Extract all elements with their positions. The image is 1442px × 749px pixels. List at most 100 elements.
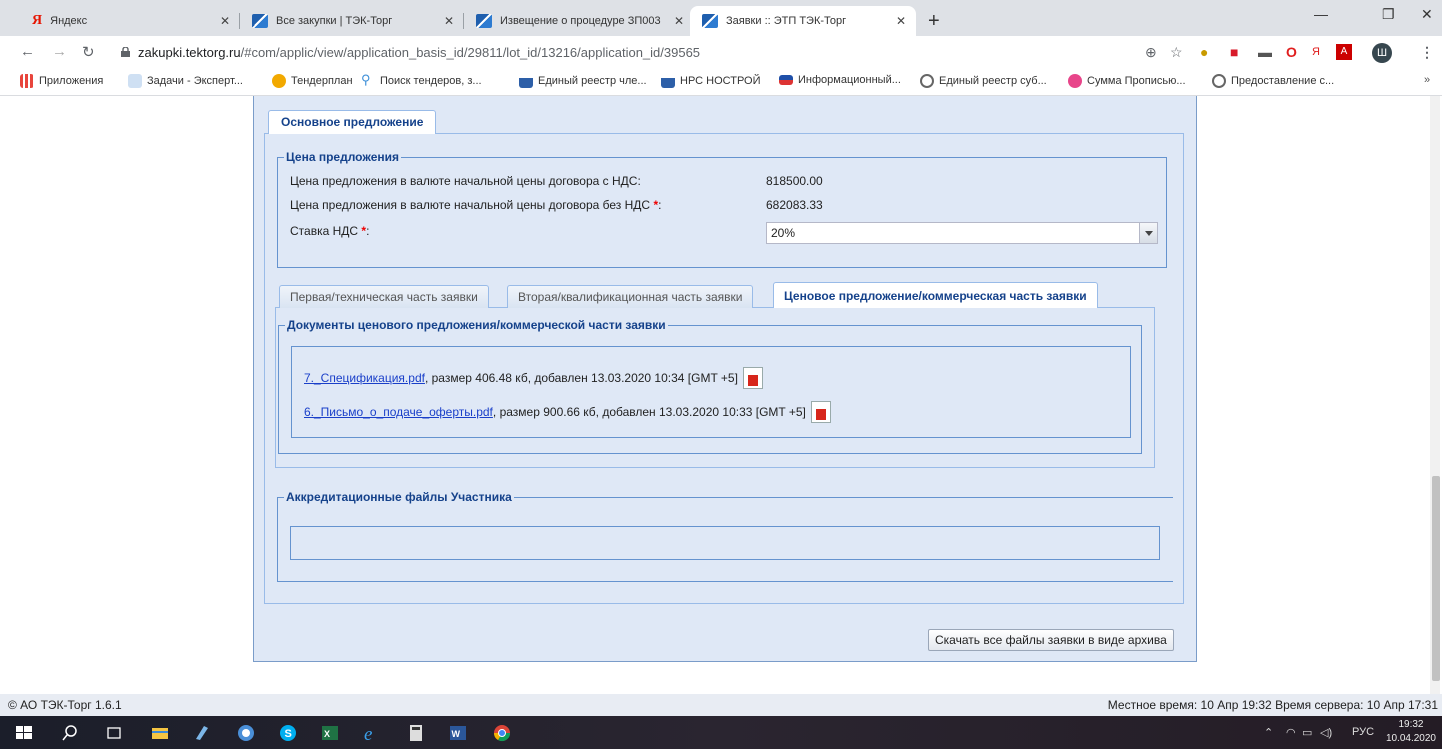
window-close-icon[interactable]: ✕ bbox=[1421, 6, 1433, 23]
nostroy-icon bbox=[519, 74, 533, 88]
vat-rate-select[interactable]: 20% bbox=[766, 222, 1158, 244]
wifi-icon[interactable]: ◠ bbox=[1286, 726, 1296, 739]
profile-avatar[interactable]: Ш bbox=[1372, 43, 1392, 63]
forward-icon[interactable]: → bbox=[52, 43, 67, 60]
tab-title: Извещение о процедуре ЗП003 bbox=[500, 15, 661, 27]
bookmark-tenderplan[interactable]: Тендерплан bbox=[272, 74, 353, 88]
browser-tab-yandex[interactable]: Я Яндекс ✕ bbox=[20, 6, 240, 36]
close-icon[interactable]: ✕ bbox=[674, 14, 684, 28]
language-indicator[interactable]: РУС bbox=[1352, 726, 1374, 738]
close-icon[interactable]: ✕ bbox=[220, 14, 230, 28]
tab-first-part[interactable]: Первая/техническая часть заявки bbox=[279, 285, 489, 308]
minimize-icon[interactable]: — bbox=[1314, 6, 1328, 22]
yandex-ext-icon[interactable]: Я bbox=[1312, 46, 1320, 58]
copyright-text: © АО ТЭК-Торг 1.6.1 bbox=[8, 698, 122, 712]
tray-expand-icon[interactable]: ⌃ bbox=[1264, 726, 1273, 739]
bookmark-label: Приложения bbox=[39, 75, 104, 87]
menu-icon[interactable]: ⋮ bbox=[1420, 44, 1434, 61]
taskbar-clock[interactable]: 19:32 10.04.2020 bbox=[1386, 718, 1436, 746]
url-path: /#com/applic/view/application_basis_id/2… bbox=[240, 45, 701, 60]
browser-tab-all-purchases[interactable]: Все закупки | ТЭК-Торг ✕ bbox=[240, 6, 464, 36]
page-icon bbox=[128, 74, 142, 88]
battery-icon[interactable]: ▭ bbox=[1302, 726, 1312, 739]
bookmark-provision[interactable]: Предоставление с... bbox=[1212, 74, 1334, 88]
document-link[interactable]: 7._Спецификация.pdf bbox=[304, 371, 425, 385]
new-tab-button[interactable]: + bbox=[928, 10, 940, 33]
close-icon[interactable]: ✕ bbox=[896, 14, 906, 28]
extension-icon[interactable]: ● bbox=[1200, 44, 1208, 60]
clock-date: 10.04.2020 bbox=[1385, 733, 1436, 744]
scrollbar-thumb[interactable] bbox=[1432, 476, 1440, 681]
chevron-down-icon[interactable] bbox=[1139, 223, 1157, 243]
extension-mail-icon[interactable]: ■ bbox=[1230, 44, 1238, 60]
download-all-archive-button[interactable]: Скачать все файлы заявки в виде архива bbox=[928, 629, 1174, 651]
documents-list: 7._Спецификация.pdf , размер 406.48 кб, … bbox=[291, 346, 1131, 438]
search-icon[interactable] bbox=[60, 723, 80, 743]
url-input[interactable]: zakupki.tektorg.ru/#com/applic/view/appl… bbox=[138, 45, 700, 60]
word-icon[interactable]: W bbox=[448, 723, 468, 743]
close-icon[interactable]: ✕ bbox=[444, 14, 454, 28]
clock-time: 19:32 bbox=[1398, 719, 1424, 730]
accreditation-fieldset: Аккредитационные файлы Участника bbox=[277, 490, 1173, 582]
windows-start-icon[interactable] bbox=[14, 723, 34, 743]
bookmark-registry-subjects[interactable]: Единый реестр суб... bbox=[920, 74, 1047, 88]
bookmark-apps[interactable]: Приложения bbox=[20, 74, 103, 88]
tab-main-offer[interactable]: Основное предложение bbox=[268, 110, 437, 135]
chrome-icon[interactable] bbox=[236, 723, 256, 743]
pdf-icon[interactable] bbox=[742, 367, 763, 389]
bookmark-label: Единый реестр суб... bbox=[939, 75, 1047, 87]
zoom-icon[interactable]: ⊕ bbox=[1145, 44, 1157, 61]
file-explorer-icon[interactable] bbox=[150, 723, 170, 743]
skype-icon[interactable]: S bbox=[278, 723, 298, 743]
opera-icon[interactable]: O bbox=[1286, 44, 1297, 60]
calculator-icon[interactable] bbox=[406, 723, 426, 743]
document-info: , размер 406.48 кб, добавлен 13.03.2020 … bbox=[424, 371, 738, 385]
tektorg-icon bbox=[252, 14, 268, 28]
document-link[interactable]: 6._Письмо_о_подаче_оферты.pdf bbox=[304, 405, 493, 419]
bookmark-info[interactable]: Информационный... bbox=[779, 74, 901, 86]
bookmark-registry-members[interactable]: Единый реестр чле... bbox=[519, 74, 647, 88]
globe-icon bbox=[1212, 74, 1226, 88]
sum-icon bbox=[1068, 74, 1082, 88]
bookmark-sum-words[interactable]: Сумма Прописью... bbox=[1068, 74, 1186, 88]
task-view-icon[interactable] bbox=[104, 723, 124, 743]
bookmark-label: Поиск тендеров, з... bbox=[380, 75, 482, 87]
pdf-ext-icon[interactable]: A bbox=[1336, 44, 1352, 60]
price-without-vat-value: 682083.33 bbox=[766, 198, 823, 212]
notepad-icon[interactable] bbox=[192, 723, 212, 743]
excel-icon[interactable]: X bbox=[320, 723, 340, 743]
tab-second-part[interactable]: Вторая/квалификационная часть заявки bbox=[507, 285, 754, 308]
back-icon[interactable]: ← bbox=[20, 43, 35, 60]
browser-tab-notice[interactable]: Извещение о процедуре ЗП003 ✕ bbox=[464, 6, 694, 36]
bookmark-nrs-nostroy[interactable]: НРС НОСТРОЙ bbox=[661, 74, 761, 88]
svg-text:S: S bbox=[285, 728, 292, 740]
tab-title: Заявки :: ЭТП ТЭК-Торг bbox=[726, 15, 847, 27]
documents-legend: Документы ценового предложения/коммерчес… bbox=[287, 318, 666, 332]
yandex-icon: Я bbox=[32, 13, 43, 28]
maximize-icon[interactable]: ❐ bbox=[1382, 6, 1395, 23]
extension-hat-icon[interactable]: ▬ bbox=[1258, 44, 1272, 60]
bookmark-label: Единый реестр чле... bbox=[538, 75, 647, 87]
document-info: , размер 900.66 кб, добавлен 13.03.2020 … bbox=[492, 405, 806, 419]
address-bar: ← → ↻ zakupki.tektorg.ru/#com/applic/vie… bbox=[0, 36, 1442, 68]
main-offer-body: Цена предложения Цена предложения в валю… bbox=[264, 134, 1184, 604]
windows-taskbar: S X e W ⌃ ◠ ▭ ◁) РУС 19:32 10.04.2020 bbox=[0, 716, 1442, 749]
pdf-icon[interactable] bbox=[810, 401, 831, 423]
chrome-active-icon[interactable] bbox=[492, 723, 512, 743]
bookmark-tender-search[interactable]: ⚲ Поиск тендеров, з... bbox=[361, 73, 482, 88]
url-host: zakupki.tektorg.ru bbox=[138, 45, 241, 60]
bookmark-tasks[interactable]: Задачи - Эксперт... bbox=[128, 74, 243, 88]
volume-icon[interactable]: ◁) bbox=[1320, 726, 1332, 739]
tab-title: Все закупки | ТЭК-Торг bbox=[276, 15, 393, 27]
reload-icon[interactable]: ↻ bbox=[82, 43, 95, 61]
bookmarks-more-button[interactable]: » bbox=[1424, 74, 1430, 86]
browser-tab-applications[interactable]: Заявки :: ЭТП ТЭК-Торг ✕ bbox=[690, 6, 916, 36]
bookmark-label: Предоставление с... bbox=[1231, 75, 1335, 87]
price-with-vat-label: Цена предложения в валюте начальной цены… bbox=[290, 174, 641, 188]
document-item: 6._Письмо_о_подаче_оферты.pdf , размер 9… bbox=[304, 401, 831, 423]
bookmark-label: Задачи - Эксперт... bbox=[147, 75, 243, 87]
tab-price-part[interactable]: Ценовое предложение/коммерческая часть з… bbox=[773, 282, 1098, 309]
tektorg-icon bbox=[702, 14, 718, 28]
star-icon[interactable]: ☆ bbox=[1170, 44, 1183, 61]
internet-explorer-icon[interactable]: e bbox=[362, 723, 382, 743]
